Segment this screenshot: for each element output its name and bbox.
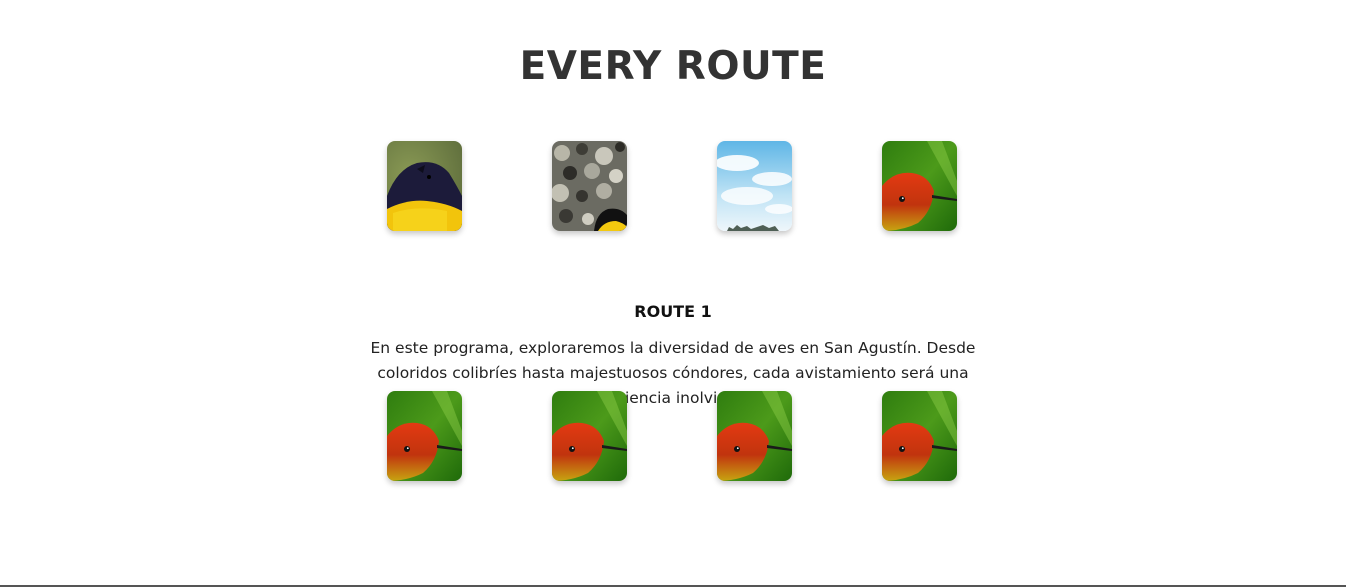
thumb-tanager[interactable] bbox=[387, 141, 462, 231]
thumb-hummingbird[interactable] bbox=[882, 391, 957, 481]
hummingbird-image bbox=[882, 141, 957, 231]
route-title: ROUTE 1 bbox=[634, 302, 712, 321]
thumb-hummingbird[interactable] bbox=[717, 391, 792, 481]
tanager-image bbox=[387, 141, 462, 231]
thumb-sky[interactable] bbox=[717, 141, 792, 231]
page-title: EVERY ROUTE bbox=[519, 44, 827, 89]
thumb-lichen-bird[interactable] bbox=[552, 141, 627, 231]
sky-image bbox=[717, 141, 792, 231]
hummingbird-image bbox=[387, 391, 462, 481]
hummingbird-image bbox=[717, 391, 792, 481]
hummingbird-image bbox=[882, 391, 957, 481]
hummingbird-image bbox=[552, 391, 627, 481]
thumb-hummingbird[interactable] bbox=[552, 391, 627, 481]
thumb-hummingbird[interactable] bbox=[387, 391, 462, 481]
lichen-bird-image bbox=[552, 141, 627, 231]
thumb-hummingbird[interactable] bbox=[882, 141, 957, 231]
